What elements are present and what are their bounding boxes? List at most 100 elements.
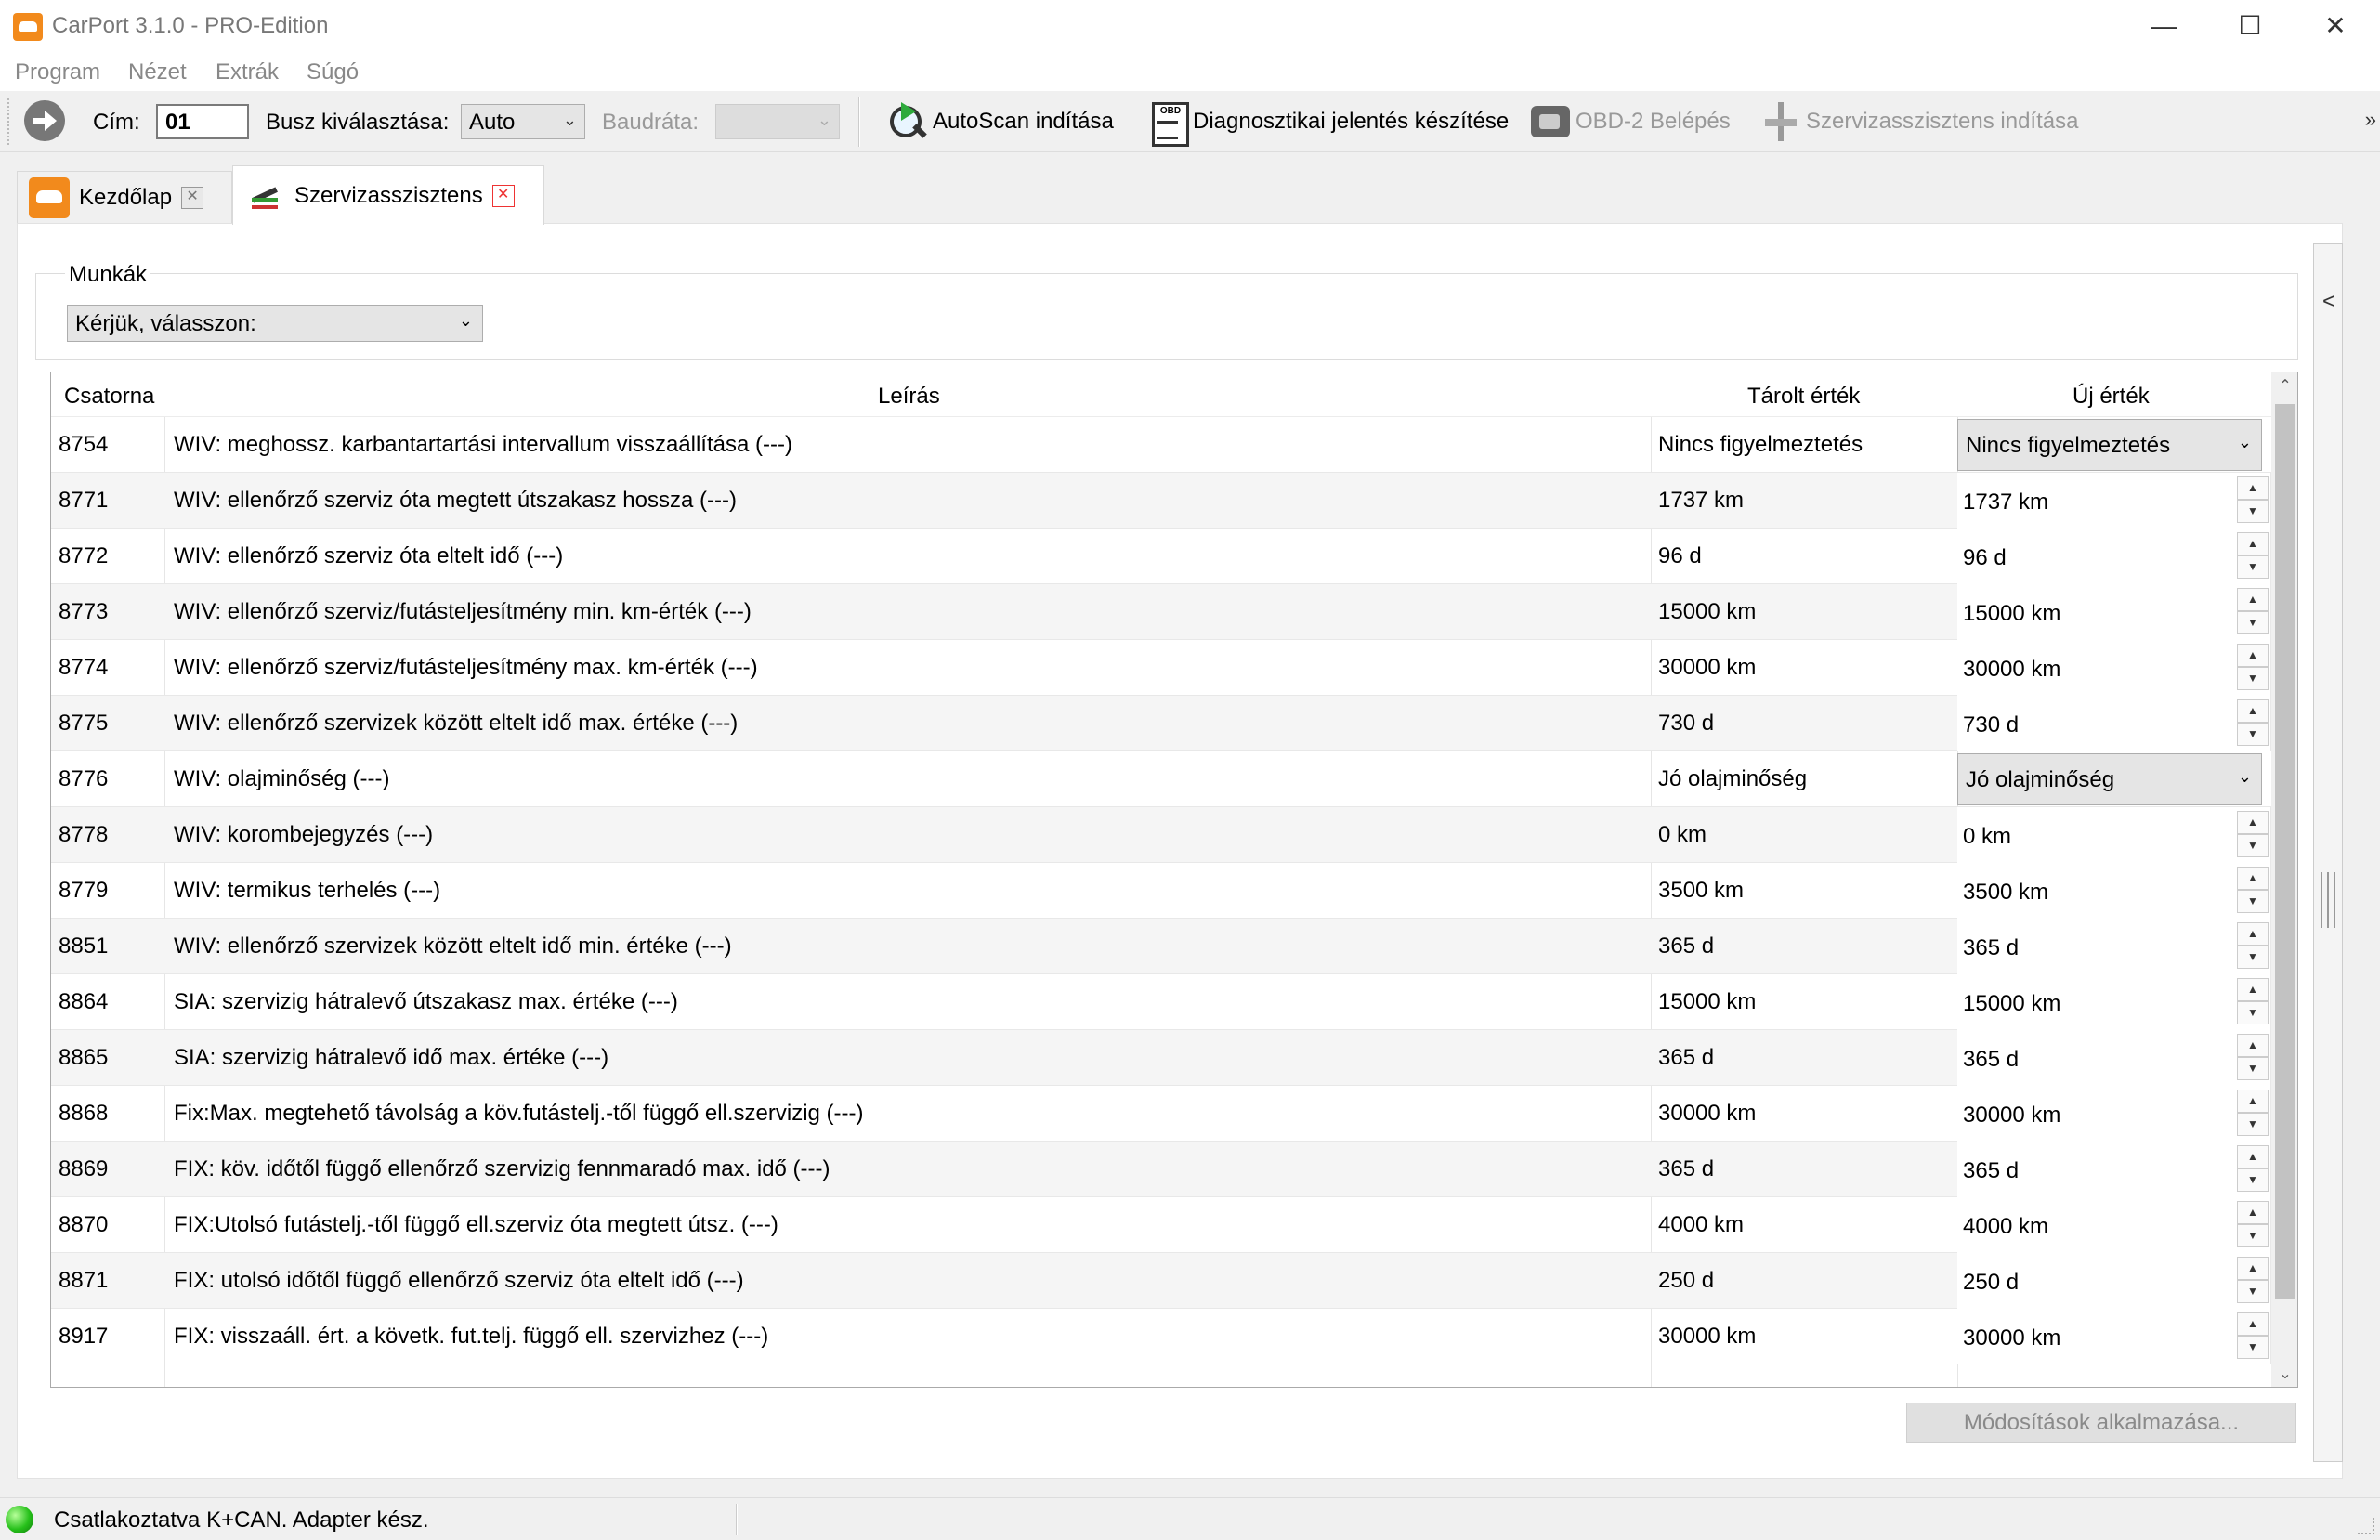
spin-up-icon[interactable]: ▲ [2237,1145,2269,1168]
table-row[interactable]: 8871 FIX: utolsó időtől függő ellenőrző s… [51,1253,2271,1309]
side-panel-toggle[interactable]: < [2313,243,2343,1462]
toolbar-overflow-icon[interactable]: » [2365,108,2376,132]
header-new[interactable]: Új érték [2073,384,2150,410]
close-window-button[interactable]: ✕ [2293,0,2378,54]
new-value-spinner[interactable]: 0 km ▲ ▼ [1957,807,2271,863]
scroll-thumb[interactable] [2275,404,2295,1299]
new-value-select[interactable]: Nincs figyelmeztetés ⌄ [1957,419,2262,471]
spin-up-icon[interactable]: ▲ [2237,867,2269,890]
menu-view[interactable]: Nézet [128,59,187,85]
table-row[interactable]: 8754 WIV: meghossz. karbantartartási inte… [51,417,2271,473]
table-row[interactable]: 8775 WIV: ellenőrző szervizek között elte… [51,696,2271,751]
table-row[interactable]: 8776 WIV: olajminőség (---) Jó olajminőség… [51,751,2271,807]
spin-down-icon[interactable]: ▼ [2237,1224,2269,1247]
collapse-arrow-icon[interactable]: < [2322,289,2335,315]
table-row[interactable]: 8771 WIV: ellenőrző szerviz óta megtett ú… [51,473,2271,529]
resize-grip-icon[interactable] [2358,1518,2374,1534]
new-value-spinner[interactable]: 365 d ▲ ▼ [1957,1142,2271,1197]
new-value-spinner[interactable]: 730 d ▲ ▼ [1957,696,2271,751]
table-row[interactable]: 8868 Fix:Max. megtehető távolság a köv.fu… [51,1086,2271,1142]
diagnostic-report-button[interactable]: Diagnosztikai jelentés készítése [1146,98,1509,147]
spin-down-icon[interactable]: ▼ [2237,555,2269,579]
spin-down-icon[interactable]: ▼ [2237,1001,2269,1024]
table-row[interactable]: 8869 FIX: köv. időtől függő ellenőrző sze… [51,1142,2271,1197]
menu-program[interactable]: Program [15,59,100,85]
spin-down-icon[interactable]: ▼ [2237,500,2269,523]
tab-home[interactable]: Kezdőlap ✕ [17,171,232,223]
new-value-text[interactable]: 365 d [1963,1158,2019,1184]
tab-home-close-icon[interactable]: ✕ [181,186,204,209]
new-value-spinner[interactable]: 365 d ▲ ▼ [1957,1030,2271,1086]
toolbar-grip[interactable] [7,98,11,145]
new-value-text[interactable]: 30000 km [1963,1325,2060,1351]
new-value-spinner[interactable]: 15000 km ▲ ▼ [1957,974,2271,1030]
spin-down-icon[interactable]: ▼ [2237,611,2269,634]
table-row[interactable]: 8779 WIV: termikus terhelés (---) 3500 km 3… [51,863,2271,919]
new-value-text[interactable]: 250 d [1963,1270,2019,1296]
menu-help[interactable]: Súgó [307,59,359,85]
tab-service-assistant[interactable]: Szervizasszisztens ✕ [232,165,544,225]
new-value-text[interactable]: 730 d [1963,712,2019,738]
spin-down-icon[interactable]: ▼ [2237,890,2269,913]
new-value-spinner[interactable]: 250 d ▲ ▼ [1957,1253,2271,1309]
spin-down-icon[interactable]: ▼ [2237,1280,2269,1303]
spin-down-icon[interactable]: ▼ [2237,667,2269,690]
jobs-select[interactable]: Kérjük, válasszon: ⌄ [67,305,483,342]
new-value-spinner[interactable]: 1737 km ▲ ▼ [1957,473,2271,529]
spin-up-icon[interactable]: ▲ [2237,811,2269,834]
table-row[interactable]: 8864 SIA: szervizig hátralevő útszakasz m… [51,974,2271,1030]
new-value-text[interactable]: 1737 km [1963,489,2048,516]
table-row[interactable]: 8851 WIV: ellenőrző szervizek között elte… [51,919,2271,974]
new-value-text[interactable]: 3500 km [1963,880,2048,906]
header-channel[interactable]: Csatorna [64,384,154,410]
header-stored[interactable]: Tárolt érték [1747,384,1860,410]
new-value-spinner[interactable]: 4000 km ▲ ▼ [1957,1197,2271,1253]
table-row[interactable]: 8917 FIX: visszaáll. ért. a követk. fut.t… [51,1309,2271,1364]
spin-down-icon[interactable]: ▼ [2237,1057,2269,1080]
spin-up-icon[interactable]: ▲ [2237,922,2269,946]
scroll-down-icon[interactable]: ⌄ [2271,1361,2297,1387]
spin-up-icon[interactable]: ▲ [2237,1201,2269,1224]
spin-down-icon[interactable]: ▼ [2237,946,2269,969]
new-value-text[interactable]: 365 d [1963,1047,2019,1073]
spin-up-icon[interactable]: ▲ [2237,588,2269,611]
table-row[interactable]: 8773 WIV: ellenőrző szerviz/futásteljesít… [51,584,2271,640]
spin-up-icon[interactable]: ▲ [2237,1312,2269,1336]
new-value-text[interactable]: 4000 km [1963,1214,2048,1240]
obd2-login-button[interactable]: OBD-2 Belépés [1529,98,1731,145]
table-row[interactable]: 8778 WIV: korombejegyzés (---) 0 km 0 km ▲ ▼ [51,807,2271,863]
new-value-spinner[interactable]: 365 d ▲ ▼ [1957,919,2271,974]
address-input[interactable]: 01 [156,104,249,139]
new-value-text[interactable]: 96 d [1963,545,2007,571]
splitter-grip[interactable] [2321,872,2335,928]
autoscan-button[interactable]: AutoScan indítása [886,98,1114,145]
new-value-spinner[interactable]: 96 d ▲ ▼ [1957,529,2271,584]
connect-arrow-icon[interactable] [24,100,65,141]
new-value-text[interactable]: 365 d [1963,935,2019,961]
table-row[interactable]: 8865 SIA: szervizig hátralevő idő max. ér… [51,1030,2271,1086]
new-value-select[interactable]: Jó olajminőség ⌄ [1957,753,2262,805]
spin-up-icon[interactable]: ▲ [2237,1257,2269,1280]
spin-up-icon[interactable]: ▲ [2237,699,2269,723]
service-assistant-button[interactable]: Szervizasszisztens indítása [1759,98,2078,145]
header-description[interactable]: Leírás [878,384,940,410]
spin-up-icon[interactable]: ▲ [2237,1034,2269,1057]
maximize-button[interactable]: ☐ [2207,0,2293,54]
table-row[interactable]: 8870 FIX:Utolsó futástelj.-től függő ell.… [51,1197,2271,1253]
new-value-spinner[interactable]: 3500 km ▲ ▼ [1957,863,2271,919]
new-value-spinner[interactable]: 30000 km ▲ ▼ [1957,640,2271,696]
new-value-spinner[interactable]: 30000 km ▲ ▼ [1957,1086,2271,1142]
spin-up-icon[interactable]: ▲ [2237,1090,2269,1113]
spin-down-icon[interactable]: ▼ [2237,1168,2269,1192]
spin-up-icon[interactable]: ▲ [2237,532,2269,555]
spin-down-icon[interactable]: ▼ [2237,1113,2269,1136]
new-value-text[interactable]: 30000 km [1963,657,2060,683]
spin-up-icon[interactable]: ▲ [2237,978,2269,1001]
table-scrollbar[interactable]: ⌃ ⌄ [2271,372,2297,1387]
spin-up-icon[interactable]: ▲ [2237,476,2269,500]
menu-extras[interactable]: Extrák [216,59,279,85]
new-value-spinner[interactable]: 30000 km ▲ ▼ [1957,1309,2271,1364]
apply-changes-button[interactable]: Módosítások alkalmazása... [1906,1403,2296,1443]
minimize-button[interactable]: — [2122,0,2207,54]
tab-service-assistant-close-icon[interactable]: ✕ [491,184,515,207]
